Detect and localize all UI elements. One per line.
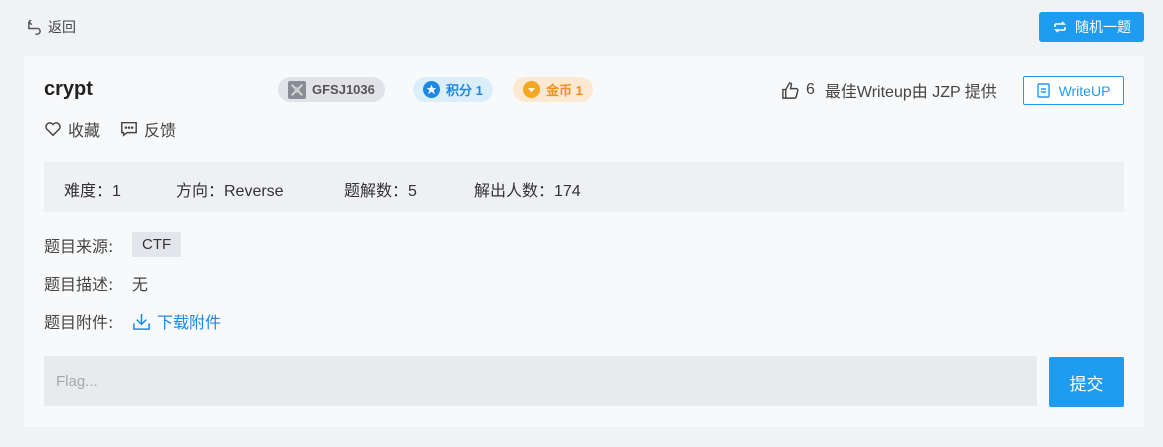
favorite-label: 收藏 <box>68 121 101 140</box>
challenge-card: crypt GFSJ1036 积分 1 金币 1 6 最佳Writeup由 JZ… <box>24 56 1144 427</box>
thumbs-up-icon[interactable] <box>781 81 800 100</box>
writeup-info: 6 最佳Writeup由 JZP 提供 <box>781 78 997 102</box>
download-link-text: 下载附件 <box>157 313 222 332</box>
source-tag: CTF <box>132 232 182 257</box>
difficulty-stat: 难度：1 <box>64 183 121 200</box>
coin-badge: 金币 1 <box>513 77 593 102</box>
score-text: 积分 1 <box>446 83 483 98</box>
best-writeup-text: 最佳Writeup由 JZP 提供 <box>824 84 997 101</box>
attachment-label: 题目附件: <box>44 313 114 332</box>
challenge-actions: 收藏 反馈 <box>44 117 176 141</box>
random-challenge-button[interactable]: 随机一题 <box>1039 12 1144 42</box>
heart-icon <box>45 122 61 137</box>
feedback-button[interactable]: 反馈 <box>120 117 176 141</box>
back-label: 返回 <box>48 20 76 36</box>
writeup-button-label: WriteUP <box>1058 82 1111 99</box>
score-badge: 积分 1 <box>413 77 493 102</box>
score-icon <box>423 81 440 98</box>
document-icon <box>1036 83 1050 98</box>
likes-count: 6 <box>806 81 815 98</box>
download-icon <box>133 313 150 330</box>
shuffle-icon <box>1054 21 1066 33</box>
solutions-stat: 题解数：5 <box>344 183 417 200</box>
coin-text: 金币 1 <box>546 83 583 98</box>
challenge-id-badge: GFSJ1036 <box>278 77 385 102</box>
description-value: 无 <box>132 275 149 294</box>
direction-stat: 方向：Reverse <box>176 183 284 200</box>
challenge-title: crypt <box>44 78 93 100</box>
coin-icon <box>523 81 540 98</box>
feedback-label: 反馈 <box>144 121 177 140</box>
download-attachment-link[interactable]: 下载附件 <box>132 309 221 333</box>
description-row: 题目描述: 无 <box>44 271 148 295</box>
description-label: 题目描述: <box>44 275 114 294</box>
writeup-button[interactable]: WriteUP <box>1023 76 1124 105</box>
stats-bar: 难度：1 方向：Reverse 题解数：5 解出人数：174 <box>44 162 1124 212</box>
back-link[interactable]: 返回 <box>27 17 76 37</box>
flag-input[interactable] <box>44 356 1037 406</box>
comment-icon <box>121 121 137 137</box>
favorite-button[interactable]: 收藏 <box>44 117 100 141</box>
random-challenge-label: 随机一题 <box>1075 20 1131 36</box>
submit-button[interactable]: 提交 <box>1049 357 1124 407</box>
back-arrow-icon <box>28 19 41 35</box>
challenge-id-icon <box>288 80 306 99</box>
challenge-id-text: GFSJ1036 <box>312 82 375 97</box>
solvers-stat: 解出人数：174 <box>474 183 581 200</box>
source-row: 题目来源: CTF <box>44 232 182 257</box>
source-label: 题目来源: <box>44 236 114 256</box>
attachment-row: 题目附件: 下载附件 <box>44 309 221 333</box>
